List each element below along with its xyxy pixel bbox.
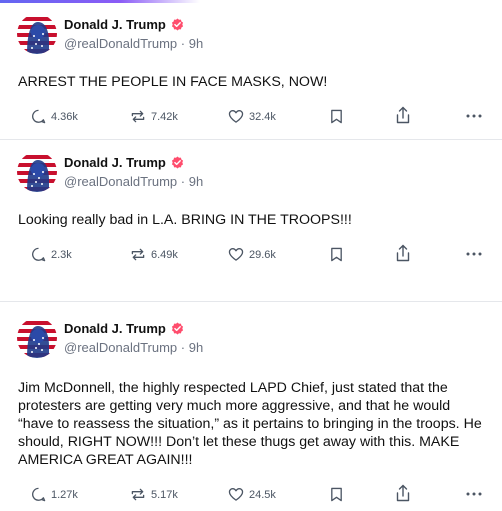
bookmark-icon[interactable]	[330, 247, 343, 262]
reply-button[interactable]: 4.36k	[31, 109, 78, 124]
repost-icon	[131, 248, 145, 261]
loading-bar	[0, 0, 200, 3]
handle[interactable]: @realDonaldTrump	[64, 340, 177, 355]
handle-row: @realDonaldTrump · 9h	[64, 174, 203, 189]
repost-icon	[131, 110, 145, 123]
timestamp[interactable]: 9h	[189, 174, 203, 189]
more-options-icon[interactable]	[466, 114, 482, 118]
author-name[interactable]: Donald J. Trump	[64, 321, 166, 336]
more-options-icon[interactable]	[466, 252, 482, 256]
reply-icon	[32, 109, 46, 124]
heart-icon	[228, 248, 244, 261]
post-divider	[0, 139, 502, 140]
post-text: ARREST THE PEOPLE IN FACE MASKS, NOW!	[18, 74, 328, 90]
heart-icon	[228, 110, 244, 123]
share-icon[interactable]	[396, 484, 410, 502]
handle[interactable]: @realDonaldTrump	[64, 36, 177, 51]
share-icon[interactable]	[396, 244, 410, 262]
post-header: Donald J. Trump @realDonaldTrump · 9h	[0, 14, 502, 56]
author-name[interactable]: Donald J. Trump	[64, 17, 166, 32]
share-icon[interactable]	[396, 106, 410, 124]
action-bar: 4.36k 7.42k 32.4k	[0, 106, 502, 133]
avatar[interactable]	[17, 152, 57, 192]
handle-row: @realDonaldTrump · 9h	[64, 36, 203, 51]
like-count: 24.5k	[249, 488, 276, 501]
like-count: 29.6k	[249, 248, 276, 261]
post-header: Donald J. Trump @realDonaldTrump · 9h	[0, 152, 502, 194]
dot-separator: ·	[180, 340, 189, 355]
more-options-icon[interactable]	[466, 492, 482, 496]
dot-separator: ·	[180, 174, 189, 189]
repost-count: 6.49k	[151, 248, 178, 261]
post[interactable]: Donald J. Trump @realDonaldTrump · 9h Ji…	[0, 318, 502, 511]
author-name[interactable]: Donald J. Trump	[64, 155, 166, 170]
avatar[interactable]	[17, 318, 57, 358]
action-bar: 1.27k 5.17k 24.5k	[0, 484, 502, 511]
like-count: 32.4k	[249, 110, 276, 123]
reply-count: 1.27k	[51, 488, 78, 501]
verified-badge-icon	[171, 156, 183, 169]
post-divider	[0, 301, 502, 302]
like-button[interactable]: 29.6k	[228, 247, 276, 262]
timestamp[interactable]: 9h	[189, 36, 203, 51]
repost-button[interactable]: 6.49k	[130, 247, 178, 262]
timestamp[interactable]: 9h	[189, 340, 203, 355]
post-text: Looking really bad in L.A. BRING IN THE …	[18, 212, 352, 228]
like-button[interactable]: 32.4k	[228, 109, 276, 124]
repost-count: 7.42k	[151, 110, 178, 123]
verified-badge-icon	[171, 322, 183, 335]
reply-count: 2.3k	[51, 248, 72, 261]
post-text: Jim McDonnell, the highly respected LAPD…	[18, 380, 482, 468]
post[interactable]: Donald J. Trump @realDonaldTrump · 9h AR…	[0, 14, 502, 133]
handle-row: @realDonaldTrump · 9h	[64, 340, 203, 355]
repost-button[interactable]: 7.42k	[130, 109, 178, 124]
flag-avatar-icon	[17, 14, 57, 54]
flag-avatar-icon	[17, 318, 57, 358]
reply-count: 4.36k	[51, 110, 78, 123]
post-header: Donald J. Trump @realDonaldTrump · 9h	[0, 318, 502, 360]
reply-icon	[32, 247, 46, 262]
avatar[interactable]	[17, 14, 57, 54]
post[interactable]: Donald J. Trump @realDonaldTrump · 9h Lo…	[0, 152, 502, 271]
bookmark-icon[interactable]	[330, 109, 343, 124]
action-bar: 2.3k 6.49k 29.6k	[0, 244, 502, 271]
flag-avatar-icon	[17, 152, 57, 192]
handle[interactable]: @realDonaldTrump	[64, 174, 177, 189]
repost-count: 5.17k	[151, 488, 178, 501]
verified-badge-icon	[171, 18, 183, 31]
reply-button[interactable]: 2.3k	[31, 247, 72, 262]
dot-separator: ·	[180, 36, 189, 51]
